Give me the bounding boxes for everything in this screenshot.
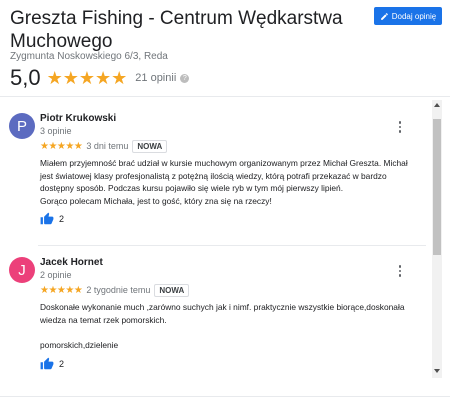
- business-address: Zygmunta Noskowskiego 6/3, Reda: [10, 51, 168, 62]
- add-review-label: Dodaj opinię: [391, 11, 437, 21]
- like-count: 2: [59, 359, 65, 369]
- rating-value: 5,0: [10, 65, 41, 90]
- avatar[interactable]: J: [9, 257, 35, 283]
- more-options-icon[interactable]: [395, 264, 405, 278]
- header-divider: [0, 96, 450, 97]
- like-button[interactable]: 2: [40, 212, 64, 226]
- reviewer-review-count: 2 opinie: [40, 270, 72, 280]
- add-review-button[interactable]: Dodaj opinię: [374, 7, 442, 25]
- help-icon[interactable]: ?: [180, 73, 190, 83]
- reviewer-name[interactable]: Jacek Hornet: [40, 257, 103, 268]
- business-header: Greszta Fishing - Centrum Wędkarstwa Muc…: [0, 0, 450, 100]
- review-text: Miałem przyjemność brać udział w kursie …: [40, 158, 408, 206]
- new-badge: NOWA: [132, 139, 168, 153]
- pencil-icon: [380, 12, 388, 20]
- review-time: 3 dni temu: [86, 141, 129, 151]
- scroll-down-arrow-icon[interactable]: [432, 366, 442, 376]
- business-title: Greszta Fishing - Centrum Wędkarstwa Muc…: [10, 8, 343, 52]
- scroll-up-arrow-icon[interactable]: [432, 100, 442, 110]
- scrollbar[interactable]: [432, 100, 442, 378]
- reviews-list: P Piotr Krukowski 3 opinie ★★★★★ 3 dni t…: [0, 100, 450, 400]
- more-options-icon[interactable]: [395, 120, 405, 134]
- bottom-divider: [0, 396, 450, 397]
- review-divider: [38, 245, 426, 246]
- review-meta: ★★★★★ 2 tygodnie temu NOWA: [40, 283, 190, 297]
- like-button[interactable]: 2: [40, 357, 64, 371]
- like-count: 2: [59, 214, 65, 224]
- rating-summary: 5,0 ★★★★★ 21 opinii ?: [10, 65, 190, 90]
- reviewer-name[interactable]: Piotr Krukowski: [40, 113, 116, 124]
- review-text: Doskonałe wykonanie much ,zarówno suchyc…: [40, 302, 405, 350]
- review-time: 2 tygodnie temu: [86, 285, 151, 295]
- review-count: 21 opinii: [135, 72, 177, 84]
- avatar[interactable]: P: [9, 113, 35, 139]
- thumbs-up-icon: [40, 357, 54, 370]
- reviewer-review-count: 3 opinie: [40, 126, 72, 136]
- scrollbar-thumb[interactable]: [433, 119, 441, 255]
- rating-stars: ★★★★★: [46, 68, 128, 88]
- thumbs-up-icon: [40, 212, 54, 225]
- review-meta: ★★★★★ 3 dni temu NOWA: [40, 139, 168, 153]
- new-badge: NOWA: [154, 283, 190, 297]
- review-stars: ★★★★★: [40, 284, 83, 296]
- review-stars: ★★★★★: [40, 140, 83, 152]
